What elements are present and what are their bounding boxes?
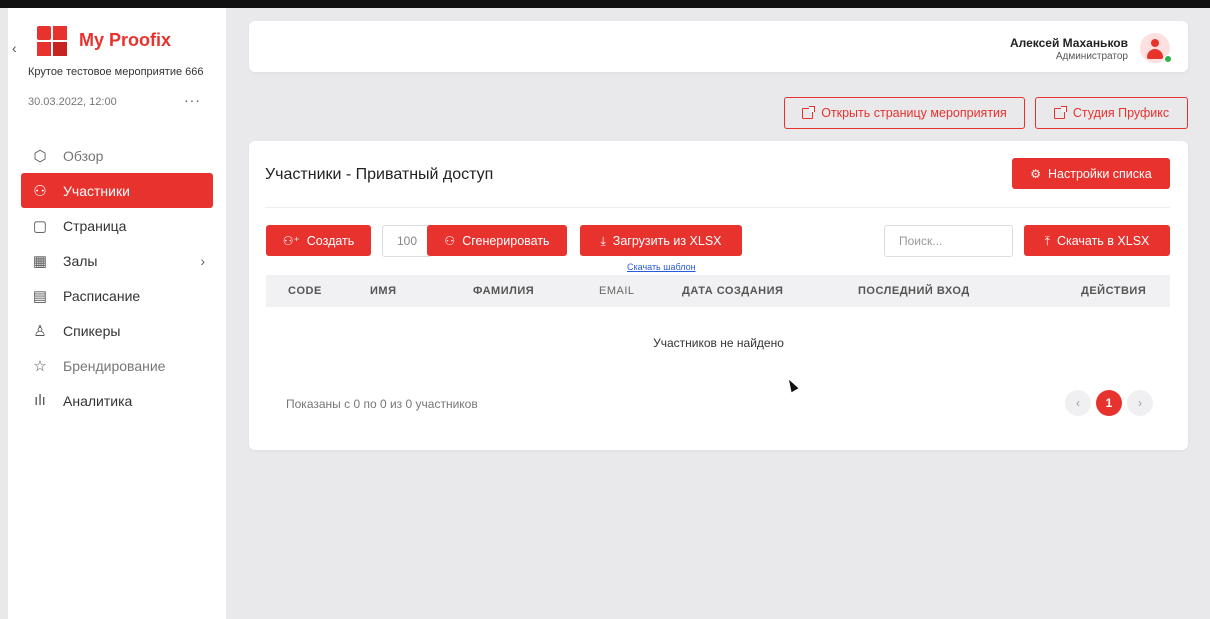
sidebar-item-label: Спикеры xyxy=(63,322,121,339)
open-event-page-button[interactable]: Открыть страницу мероприятия xyxy=(784,97,1025,129)
sidebar-item-analytics[interactable]: ılı Аналитика xyxy=(21,383,213,418)
external-link-icon xyxy=(1053,105,1067,119)
search-input[interactable] xyxy=(884,225,1013,257)
sidebar-item-label: Страница xyxy=(63,217,127,234)
download-xlsx-button[interactable]: ⤒ Скачать в XLSX xyxy=(1024,225,1170,256)
list-settings-button[interactable]: ⚙ Настройки списка xyxy=(1012,158,1170,189)
sidebar-item-speakers[interactable]: ♙ Спикеры xyxy=(21,313,213,348)
column-header-code[interactable]: CODE xyxy=(288,285,322,297)
sidebar-item-page[interactable]: ▢ Страница xyxy=(21,208,213,243)
download-template-link[interactable]: Скачать шаблон xyxy=(627,262,696,272)
online-status-dot xyxy=(1164,55,1172,63)
sidebar-item-schedule[interactable]: ▤ Расписание xyxy=(21,278,213,313)
browser-top-strip xyxy=(0,0,1210,8)
collapse-sidebar-icon[interactable]: ‹ xyxy=(12,40,17,56)
star-icon: ☆ xyxy=(33,357,47,375)
users-icon: ⚇ xyxy=(444,233,456,248)
sidebar-item-halls[interactable]: ▦ Залы › xyxy=(21,243,213,278)
chevron-right-icon[interactable]: › xyxy=(200,253,205,269)
top-header: Алексей Маханьков Администратор xyxy=(249,21,1188,72)
calendar-icon: ▤ xyxy=(32,287,48,305)
create-label: Создать xyxy=(306,233,355,248)
event-more-icon[interactable]: ··· xyxy=(184,92,201,108)
column-header-created[interactable]: ДАТА СОЗДАНИЯ xyxy=(682,285,783,297)
user-name[interactable]: Алексей Маханьков xyxy=(1010,36,1128,50)
sidebar-nav: ⬡ Обзор ⚇ Участники ▢ Страница ▦ Залы › … xyxy=(21,138,213,418)
cube-icon: ⬡ xyxy=(33,147,47,165)
column-header-email[interactable]: EMAIL xyxy=(599,285,635,297)
upload-icon: ⤓ xyxy=(600,233,606,248)
divider xyxy=(265,207,1170,208)
sidebar: ‹ My Proofix Крутое тестовое мероприятие… xyxy=(8,8,226,619)
sidebar-item-label: Обзор xyxy=(63,147,104,164)
next-page-button[interactable]: › xyxy=(1127,390,1153,416)
user-icon xyxy=(1151,39,1159,47)
user-icon-body xyxy=(1147,49,1163,59)
open-event-page-label: Открыть страницу мероприятия xyxy=(821,106,1007,120)
download-icon: ⤒ xyxy=(1044,233,1050,248)
studio-label: Студия Пруфикс xyxy=(1072,106,1170,120)
column-header-last-login[interactable]: ПОСЛЕДНИЙ ВХОД xyxy=(858,285,970,297)
column-header-name[interactable]: ИМЯ xyxy=(370,285,396,297)
external-link-icon xyxy=(802,105,816,119)
list-settings-label: Настройки списка xyxy=(1048,166,1152,181)
empty-table-message: Участников не найдено xyxy=(653,336,784,350)
studio-button[interactable]: Студия Пруфикс xyxy=(1035,97,1188,129)
generate-button[interactable]: ⚇ Сгенерировать xyxy=(427,225,567,256)
create-participant-button[interactable]: ⚇⁺ Создать xyxy=(266,225,371,256)
sidebar-item-label: Брендирование xyxy=(63,357,166,374)
sidebar-item-label: Расписание xyxy=(63,287,141,304)
gear-icon: ⚙ xyxy=(1030,166,1042,181)
page-button-current[interactable]: 1 xyxy=(1096,390,1122,416)
add-user-icon: ⚇⁺ xyxy=(282,233,300,248)
generate-label: Сгенерировать xyxy=(462,233,550,248)
sidebar-item-label: Аналитика xyxy=(63,392,133,409)
event-name: Крутое тестовое мероприятие 666 xyxy=(28,66,204,78)
sidebar-item-branding[interactable]: ☆ Брендирование xyxy=(21,348,213,383)
brand-name[interactable]: My Proofix xyxy=(79,30,171,51)
prev-page-button[interactable]: ‹ xyxy=(1065,390,1091,416)
users-icon: ⚇ xyxy=(33,182,47,200)
upload-label: Загрузить из XLSX xyxy=(612,233,722,248)
participants-card: Участники - Приватный доступ ⚙ Настройки… xyxy=(249,141,1188,450)
page-icon: ▢ xyxy=(32,217,48,235)
column-header-surname[interactable]: ФАМИЛИЯ xyxy=(473,285,534,297)
sidebar-item-label: Участники xyxy=(63,182,130,199)
logo-icon xyxy=(37,26,67,56)
event-date: 30.03.2022, 12:00 xyxy=(28,96,117,108)
table-header: CODE ИМЯ ФАМИЛИЯ EMAIL ДАТА СОЗДАНИЯ ПОС… xyxy=(266,275,1170,307)
page-title: Участники - Приватный доступ xyxy=(265,166,494,183)
upload-xlsx-button[interactable]: ⤓ Загрузить из XLSX xyxy=(580,225,742,256)
pagination: ‹ 1 › xyxy=(1065,390,1153,416)
analytics-icon: ılı xyxy=(34,392,46,409)
generate-count-input[interactable] xyxy=(382,225,432,257)
column-header-actions: ДЕЙСТВИЯ xyxy=(1081,285,1147,297)
download-label: Скачать в XLSX xyxy=(1056,233,1150,248)
user-role: Администратор xyxy=(1055,51,1128,62)
speaker-icon: ♙ xyxy=(33,322,47,340)
pagination-info: Показаны с 0 по 0 из 0 участников xyxy=(286,397,478,411)
sidebar-item-overview[interactable]: ⬡ Обзор xyxy=(21,138,213,173)
halls-icon: ▦ xyxy=(32,252,48,270)
sidebar-item-participants[interactable]: ⚇ Участники xyxy=(21,173,213,208)
sidebar-item-label: Залы xyxy=(63,252,98,269)
